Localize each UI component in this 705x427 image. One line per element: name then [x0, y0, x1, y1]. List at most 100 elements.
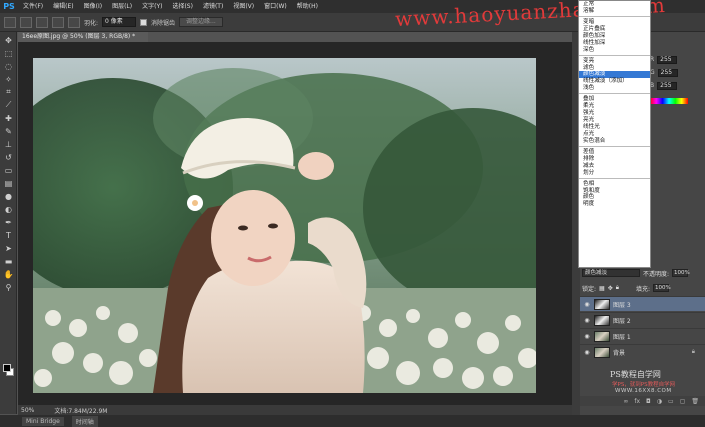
visibility-eye-icon[interactable]: ◉	[583, 316, 591, 324]
blend-option[interactable]: 颜色加深	[579, 33, 650, 40]
blend-option[interactable]: 明度	[579, 201, 650, 208]
path-select-icon[interactable]: ➤	[3, 243, 14, 253]
blend-option[interactable]: 亮光	[579, 117, 650, 124]
document-tab[interactable]: 16ee原图.jpg @ 50% (图层 3, RGB/8) *	[18, 32, 148, 42]
brand-url: WWW.16XX8.COM	[615, 388, 672, 394]
layer-row[interactable]: ◉ 图层 3	[580, 296, 705, 311]
menu-image[interactable]: 图像(I)	[79, 0, 107, 13]
hand-tool-icon[interactable]: ✋	[3, 269, 14, 279]
feather-input[interactable]: 0 像素	[102, 17, 137, 27]
blend-option[interactable]: 变亮	[579, 58, 650, 65]
fill-input[interactable]: 100%	[652, 284, 671, 292]
lasso-tool-icon[interactable]	[4, 16, 16, 28]
trash-icon[interactable]: 🗑︎	[691, 398, 699, 405]
menu-filter[interactable]: 滤镜(T)	[198, 0, 228, 13]
magic-wand-icon[interactable]: ✧	[3, 74, 14, 84]
menu-type[interactable]: 文字(Y)	[137, 0, 167, 13]
layer-row[interactable]: ◉ 背景 🔒︎	[580, 344, 705, 359]
blend-option[interactable]: 正片叠底	[579, 26, 650, 33]
refine-edge-button[interactable]: 调整边缘...	[179, 17, 223, 27]
menu-window[interactable]: 窗口(W)	[259, 0, 292, 13]
antialias-checkbox[interactable]	[140, 18, 148, 26]
blend-option[interactable]: 溶解	[579, 8, 650, 15]
blend-option[interactable]: 变暗	[579, 19, 650, 26]
shape-tool-icon[interactable]: ▬	[3, 256, 14, 266]
blur-tool-icon[interactable]: ●	[3, 191, 14, 201]
menu-help[interactable]: 帮助(H)	[292, 0, 323, 13]
new-selection-icon[interactable]	[20, 16, 32, 28]
gradient-tool-icon[interactable]: ▤	[3, 178, 14, 188]
opacity-label: 不透明度:	[643, 270, 670, 278]
layer-thumbnail	[594, 314, 610, 326]
layer-name: 图层 1	[613, 333, 631, 341]
intersect-selection-icon[interactable]	[68, 16, 80, 28]
blend-option[interactable]: 差值	[579, 149, 650, 156]
menu-layer[interactable]: 图层(L)	[107, 0, 137, 13]
lock-pixels-icon[interactable]: ▦	[599, 285, 605, 292]
link-layers-icon[interactable]: ∞	[623, 398, 628, 405]
document-size[interactable]: 文档:7.84M/22.9M	[54, 406, 107, 415]
menu-file[interactable]: 文件(F)	[18, 0, 48, 13]
eyedropper-icon[interactable]: ⟋	[3, 100, 14, 110]
blend-option[interactable]: 深色	[579, 47, 650, 54]
mask-icon[interactable]: ◘	[646, 398, 651, 405]
blend-mode-select[interactable]: 颜色减淡	[582, 269, 640, 277]
photo-canvas[interactable]	[33, 58, 536, 393]
blend-option[interactable]: 划分	[579, 170, 650, 177]
blend-option[interactable]: 正常	[579, 1, 650, 8]
feather-label: 羽化:	[84, 19, 99, 27]
color-spectrum-bar[interactable]	[650, 98, 688, 104]
visibility-eye-icon[interactable]: ◉	[583, 348, 591, 356]
blend-option[interactable]: 点光	[579, 131, 650, 138]
subtract-selection-icon[interactable]	[52, 16, 64, 28]
menu-edit[interactable]: 编辑(E)	[48, 0, 78, 13]
clone-stamp-icon[interactable]: ⊥	[3, 139, 14, 149]
blend-option[interactable]: 线性加深	[579, 40, 650, 47]
mini-bridge-tab[interactable]: Mini Bridge	[22, 416, 64, 426]
adjustment-icon[interactable]: ◑	[657, 398, 662, 405]
zoom-tool-icon[interactable]: ⚲	[3, 282, 14, 292]
blend-option[interactable]: 实色混合	[579, 138, 650, 145]
opacity-input[interactable]: 100%	[672, 269, 690, 277]
channel-g-value[interactable]: 255	[657, 68, 678, 77]
layer-name: 图层 2	[613, 317, 631, 325]
blend-option[interactable]: 色相	[579, 181, 650, 188]
blend-option[interactable]: 减去	[579, 163, 650, 170]
zoom-level[interactable]: 50%	[21, 407, 34, 414]
blend-option[interactable]: 排除	[579, 156, 650, 163]
eraser-icon[interactable]: ▭	[3, 165, 14, 175]
menu-view[interactable]: 视图(V)	[228, 0, 259, 13]
history-brush-icon[interactable]: ↺	[3, 152, 14, 162]
blend-option[interactable]: 线性光	[579, 124, 650, 131]
visibility-eye-icon[interactable]: ◉	[583, 332, 591, 340]
brush-tool-icon[interactable]: ✎	[3, 126, 14, 136]
foreground-color-swatch[interactable]	[3, 364, 11, 372]
new-layer-icon[interactable]: ▢	[680, 398, 686, 405]
group-icon[interactable]: ▭	[668, 398, 674, 405]
brand-title: PS教程自学网	[610, 370, 661, 379]
channel-g-row: G 255	[650, 68, 690, 77]
lasso-tool-icon[interactable]: ◌	[3, 61, 14, 71]
pen-tool-icon[interactable]: ✒	[3, 217, 14, 227]
fx-icon[interactable]: fx	[634, 398, 640, 405]
crop-tool-icon[interactable]: ⌗	[3, 87, 14, 97]
marquee-tool-icon[interactable]: ⬚	[3, 48, 14, 58]
channel-r-value[interactable]: 255	[657, 55, 678, 64]
blend-mode-dropdown[interactable]: 正常 溶解 变暗 正片叠底 颜色加深 线性加深 深色 变亮 滤色 颜色减淡 线性…	[578, 0, 651, 268]
move-tool-icon[interactable]: ✥	[3, 35, 14, 45]
layer-row[interactable]: ◉ 图层 1	[580, 328, 705, 343]
channel-b-value[interactable]: 255	[657, 81, 678, 90]
layer-thumbnail	[594, 330, 610, 342]
type-tool-icon[interactable]: T	[3, 230, 14, 240]
menu-select[interactable]: 选择(S)	[167, 0, 198, 13]
dodge-tool-icon[interactable]: ◐	[3, 204, 14, 214]
layer-lock-icon: 🔒︎	[691, 348, 695, 355]
layer-row[interactable]: ◉ 图层 2	[580, 312, 705, 327]
lock-position-icon[interactable]: ✥	[608, 285, 613, 292]
healing-brush-icon[interactable]: ✚	[3, 113, 14, 123]
visibility-eye-icon[interactable]: ◉	[583, 300, 591, 308]
lock-all-icon[interactable]: 🔒︎	[616, 284, 619, 292]
blend-option[interactable]: 浅色	[579, 85, 650, 92]
add-selection-icon[interactable]	[36, 16, 48, 28]
timeline-tab[interactable]: 时间轴	[71, 415, 98, 427]
